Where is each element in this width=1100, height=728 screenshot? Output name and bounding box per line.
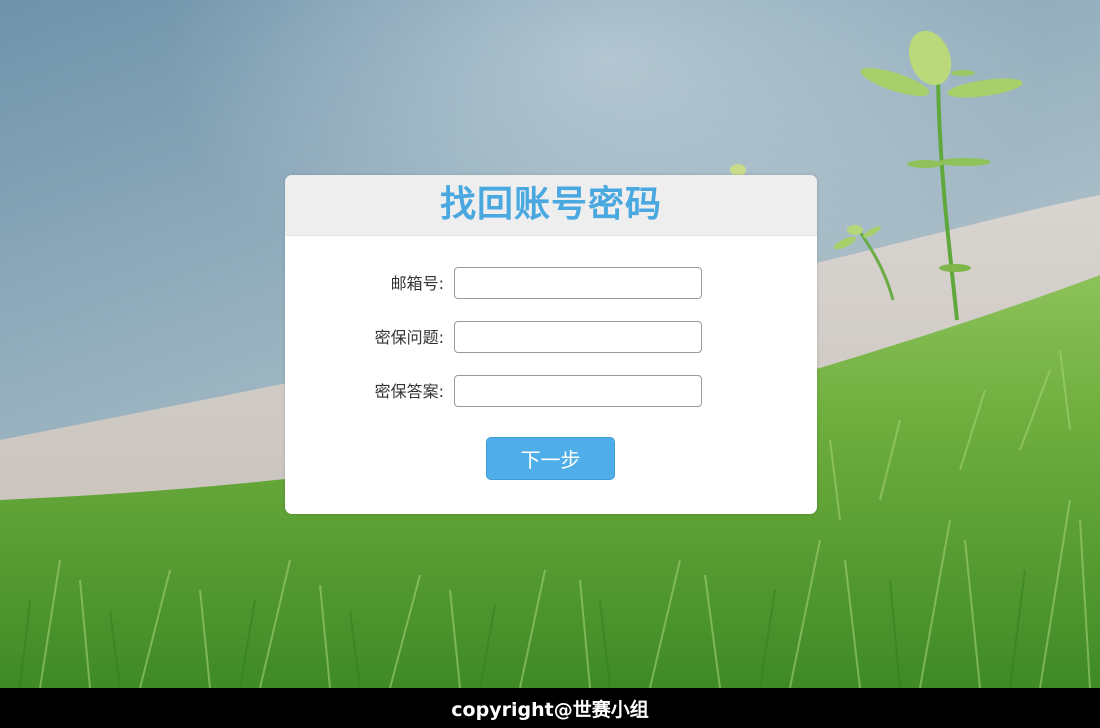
footer: copyright@世赛小组 [0,688,1100,728]
card-header: 找回账号密码 [285,175,817,236]
email-label: 邮箱号: [390,274,444,293]
security-question-label: 密保问题: [374,328,444,347]
page-title: 找回账号密码 [439,184,662,225]
security-question-row: 密保问题: [285,321,817,355]
copyright-text: copyright@世赛小组 [451,698,649,721]
recover-account-card: 找回账号密码 邮箱号: 密保问题: 密保答案: 下一步 [285,175,817,514]
security-question-field[interactable] [454,321,702,353]
security-answer-field[interactable] [454,375,702,407]
security-answer-row: 密保答案: [285,375,817,409]
next-step-button[interactable]: 下一步 [486,437,615,480]
page: 找回账号密码 邮箱号: 密保问题: 密保答案: 下一步 copyright@世赛… [0,0,1100,728]
email-row: 邮箱号: [285,267,817,301]
security-answer-label: 密保答案: [374,382,444,401]
email-field[interactable] [454,267,702,299]
